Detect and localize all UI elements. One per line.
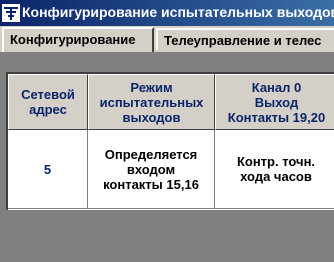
app-icon xyxy=(2,4,20,22)
cell-channel-0[interactable]: Контр. точн. хода часов xyxy=(215,130,334,209)
tab-telecontrol[interactable]: Телеуправление и телес xyxy=(156,28,334,50)
window-title: Конфигурирование испытательных выходов xyxy=(22,4,334,20)
header-network-address[interactable]: Сетевой адрес xyxy=(8,74,88,130)
cell-network-address[interactable]: 5 xyxy=(8,130,88,209)
cell-test-output-mode[interactable]: Определяется входом контакты 15,16 xyxy=(88,130,215,209)
header-test-output-mode[interactable]: Режим испытательных выходов xyxy=(88,74,215,130)
config-table[interactable]: Сетевой адрес Режим испытательных выходо… xyxy=(6,72,334,210)
title-bar: Конфигурирование испытательных выходов xyxy=(0,0,334,26)
header-channel-0[interactable]: Канал 0 Выход Контакты 19,20 xyxy=(215,74,334,130)
tab-configuration[interactable]: Конфигурирование xyxy=(2,27,154,52)
tab-bar: Конфигурирование Телеуправление и телес xyxy=(0,26,334,53)
